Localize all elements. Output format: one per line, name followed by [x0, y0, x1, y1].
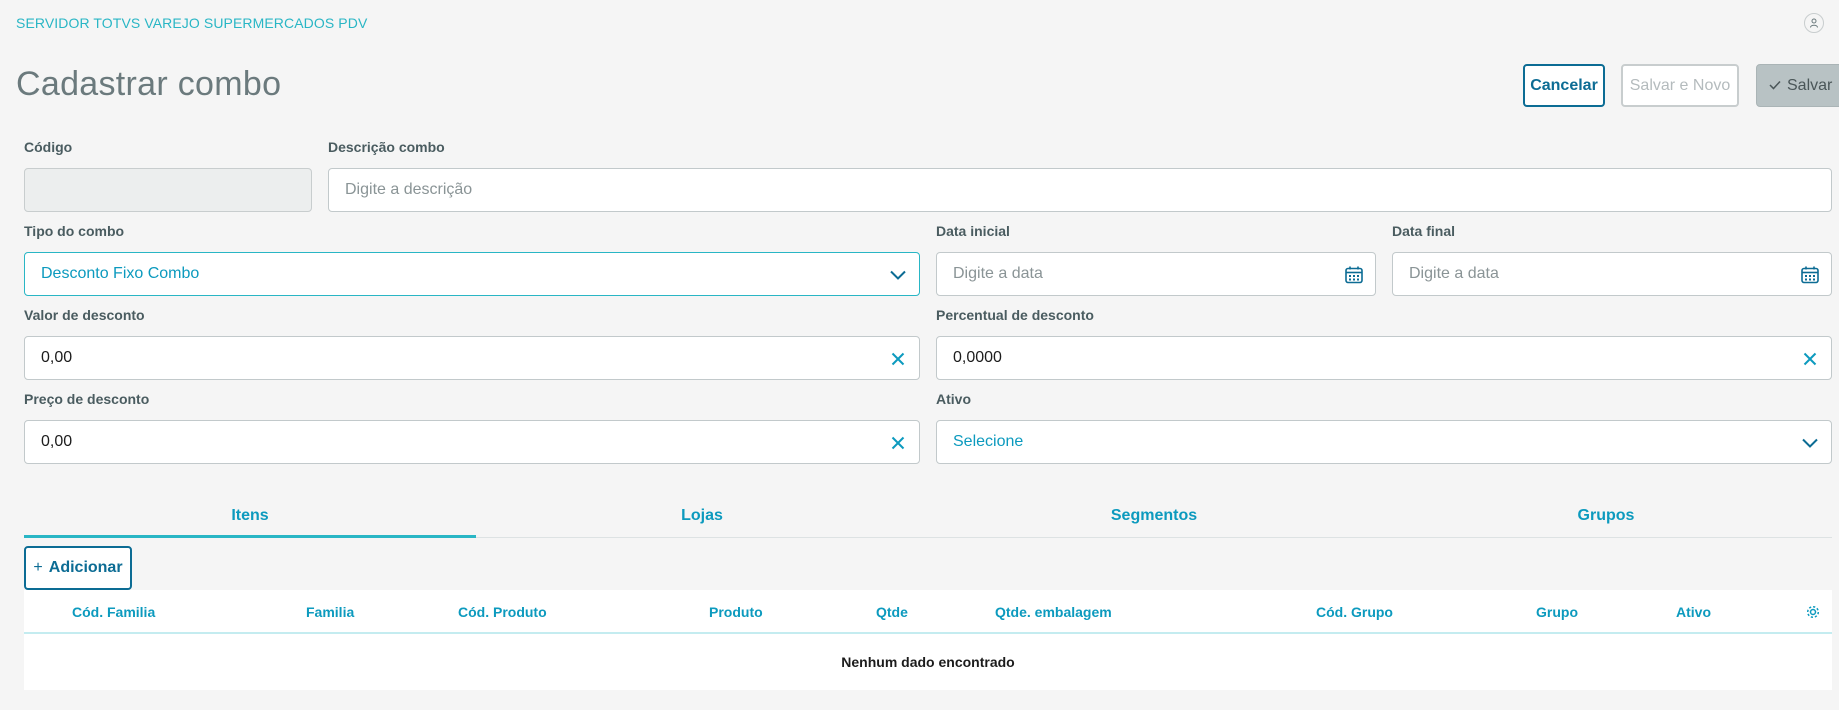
- ativo-label: Ativo: [936, 391, 971, 407]
- percentual-desconto-label: Percentual de desconto: [936, 307, 1094, 323]
- user-icon[interactable]: [1804, 13, 1824, 33]
- column-header[interactable]: Qtde: [876, 604, 908, 620]
- column-header[interactable]: Produto: [709, 604, 763, 620]
- save-button[interactable]: Salvar: [1756, 64, 1839, 107]
- data-final-placeholder: Digite a data: [1409, 265, 1499, 282]
- preco-desconto-value: 0,00: [41, 433, 73, 450]
- data-inicial-input[interactable]: Digite a data: [936, 252, 1376, 296]
- column-header[interactable]: Familia: [306, 604, 354, 620]
- descricao-label: Descrição combo: [328, 139, 445, 155]
- preco-desconto-label: Preço de desconto: [24, 391, 150, 407]
- page-title: Cadastrar combo: [16, 65, 282, 103]
- preco-desconto-input[interactable]: 0,00: [24, 420, 920, 464]
- chevron-down-icon: [1799, 432, 1821, 454]
- save-and-new-button-label: Salvar e Novo: [1629, 76, 1731, 94]
- descricao-input[interactable]: Digite a descrição: [328, 168, 1832, 212]
- column-header[interactable]: Cód. Grupo: [1316, 604, 1393, 620]
- valor-desconto-input[interactable]: 0,00: [24, 336, 920, 380]
- empty-message: Nenhum dado encontrado: [841, 654, 1015, 670]
- ativo-value: Selecione: [953, 433, 1024, 450]
- app-title: SERVIDOR TOTVS VAREJO SUPERMERCADOS PDV: [16, 15, 368, 31]
- tipo-combo-label: Tipo do combo: [24, 223, 125, 239]
- add-button[interactable]: + Adicionar: [24, 546, 132, 590]
- data-final-input[interactable]: Digite a data: [1392, 252, 1832, 296]
- valor-desconto-label: Valor de desconto: [24, 307, 145, 323]
- column-header[interactable]: Cód. Familia: [72, 604, 155, 620]
- tab-itens[interactable]: Itens: [24, 498, 476, 538]
- tipo-combo-select[interactable]: Desconto Fixo Combo: [24, 252, 920, 296]
- calendar-icon[interactable]: [1799, 264, 1821, 286]
- column-header[interactable]: Cód. Produto: [458, 604, 547, 620]
- gear-icon[interactable]: [1803, 602, 1823, 622]
- tab-lojas[interactable]: Lojas: [476, 498, 928, 537]
- calendar-icon[interactable]: [1343, 264, 1365, 286]
- check-icon: [1769, 77, 1781, 95]
- clear-icon[interactable]: [1799, 348, 1821, 370]
- column-header[interactable]: Ativo: [1676, 604, 1711, 620]
- ativo-select[interactable]: Selecione: [936, 420, 1832, 464]
- tabs: Itens Lojas Segmentos Grupos: [24, 498, 1832, 538]
- chevron-down-icon: [887, 264, 909, 286]
- save-and-new-button[interactable]: Salvar e Novo: [1621, 64, 1739, 107]
- clear-icon[interactable]: [887, 348, 909, 370]
- valor-desconto-value: 0,00: [41, 349, 73, 366]
- codigo-label: Código: [24, 139, 73, 155]
- tipo-combo-value: Desconto Fixo Combo: [41, 265, 200, 282]
- cancel-button-label: Cancelar: [1530, 76, 1598, 94]
- add-button-label: Adicionar: [48, 559, 123, 576]
- column-header[interactable]: Qtde. embalagem: [995, 604, 1112, 620]
- data-inicial-placeholder: Digite a data: [953, 265, 1043, 282]
- cancel-button[interactable]: Cancelar: [1523, 64, 1605, 107]
- clear-icon[interactable]: [887, 432, 909, 454]
- items-table: Cód. Familia Familia Cód. Produto Produt…: [24, 590, 1832, 690]
- save-button-label: Salvar: [1787, 76, 1833, 94]
- plus-icon: +: [33, 559, 43, 576]
- tab-segmentos[interactable]: Segmentos: [928, 498, 1380, 537]
- column-header[interactable]: Grupo: [1536, 604, 1578, 620]
- percentual-desconto-value: 0,0000: [953, 349, 1002, 366]
- data-final-label: Data final: [1392, 223, 1456, 239]
- top-bar: SERVIDOR TOTVS VAREJO SUPERMERCADOS PDV: [0, 0, 1839, 44]
- table-header: Cód. Familia Familia Cód. Produto Produt…: [24, 590, 1832, 634]
- data-inicial-label: Data inicial: [936, 223, 1010, 239]
- tab-grupos[interactable]: Grupos: [1380, 498, 1832, 537]
- descricao-placeholder: Digite a descrição: [345, 181, 473, 198]
- percentual-desconto-input[interactable]: 0,0000: [936, 336, 1832, 380]
- codigo-field: [24, 168, 312, 212]
